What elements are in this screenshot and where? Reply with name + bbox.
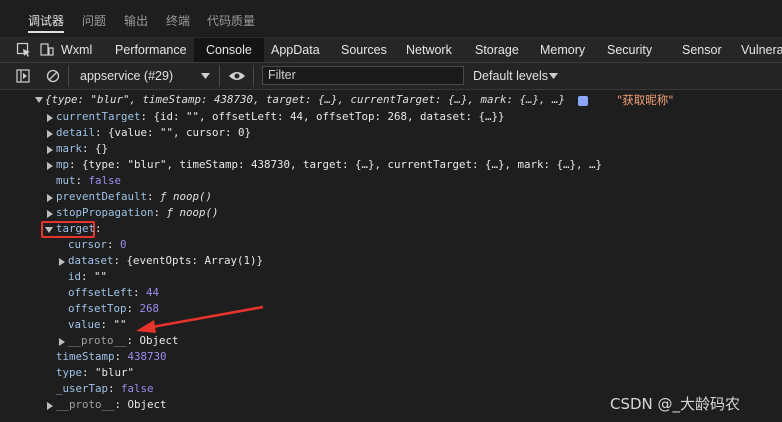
tab-terminal[interactable]: 终端 bbox=[166, 0, 190, 37]
console-output: {type: "blur", timeStamp: 438730, target… bbox=[0, 90, 782, 422]
context-selector[interactable]: appservice (#29) bbox=[80, 63, 173, 89]
tab-console[interactable]: Console bbox=[194, 38, 264, 62]
collapsed-triangle-icon[interactable] bbox=[59, 338, 65, 346]
property-row[interactable]: dataset: {eventOpts: Array(1)} bbox=[68, 253, 263, 269]
tab-security[interactable]: Security bbox=[607, 38, 652, 62]
property-row: type: "blur" bbox=[56, 366, 135, 379]
tab-sensor[interactable]: Sensor bbox=[682, 38, 722, 62]
collapsed-triangle-icon[interactable] bbox=[47, 114, 53, 122]
panel-tab-bar: Wxml Performance Console AppData Sources… bbox=[0, 38, 782, 63]
tab-code-quality[interactable]: 代码质量 bbox=[207, 0, 255, 37]
expanded-triangle-icon[interactable] bbox=[45, 227, 53, 233]
chevron-down-icon[interactable] bbox=[549, 73, 558, 79]
property-row: mut: false bbox=[56, 174, 122, 187]
tab-network[interactable]: Network bbox=[406, 38, 452, 62]
toolbar-divider bbox=[219, 65, 220, 87]
property-row: _userTap: false bbox=[56, 382, 154, 395]
tab-output[interactable]: 输出 bbox=[124, 0, 148, 37]
collapsed-triangle-icon[interactable] bbox=[47, 402, 53, 410]
tab-memory[interactable]: Memory bbox=[540, 38, 585, 62]
clear-console-icon[interactable] bbox=[46, 69, 60, 83]
collapsed-triangle-icon[interactable] bbox=[47, 210, 53, 218]
collapsed-triangle-icon[interactable] bbox=[47, 194, 53, 202]
toolbar-divider bbox=[253, 65, 254, 87]
property-row: id: "" bbox=[68, 270, 108, 283]
devtools-top-tabs: 调试器 问题 输出 终端 代码质量 bbox=[0, 0, 782, 38]
collapsed-triangle-icon[interactable] bbox=[47, 130, 53, 138]
collapsed-triangle-icon[interactable] bbox=[59, 258, 65, 266]
chevron-down-icon[interactable] bbox=[201, 73, 210, 79]
device-toolbar-icon[interactable] bbox=[40, 43, 54, 57]
filter-input[interactable]: Filter bbox=[262, 66, 464, 85]
property-row: cursor: 0 bbox=[68, 238, 127, 251]
sidebar-toggle-icon[interactable] bbox=[16, 69, 30, 83]
tab-vulnerability[interactable]: Vulnera bbox=[741, 38, 782, 62]
expanded-triangle-icon[interactable] bbox=[35, 97, 43, 103]
property-row[interactable]: __proto__: Object bbox=[68, 333, 179, 349]
property-row[interactable]: stopPropagation: ƒ noop() bbox=[56, 205, 219, 221]
annotation-arrow-icon bbox=[136, 305, 264, 333]
tab-storage[interactable]: Storage bbox=[475, 38, 519, 62]
property-row[interactable]: detail: {value: "", cursor: 0} bbox=[56, 125, 251, 141]
property-row: timeStamp: 438730 bbox=[56, 350, 167, 363]
log-levels-dropdown[interactable]: Default levels bbox=[473, 63, 548, 89]
inspect-icon[interactable] bbox=[16, 42, 32, 58]
tab-wxml[interactable]: Wxml bbox=[60, 38, 93, 62]
log-source-string: "获取昵称" bbox=[617, 93, 674, 107]
collapsed-triangle-icon[interactable] bbox=[47, 146, 53, 154]
live-expression-eye-icon[interactable] bbox=[228, 70, 246, 82]
watermark: CSDN @_大龄码农 bbox=[610, 395, 741, 413]
property-row: offsetLeft: 44 bbox=[68, 286, 160, 299]
tab-problems[interactable]: 问题 bbox=[82, 0, 106, 37]
console-toolbar: appservice (#29) Filter Default levels bbox=[0, 63, 782, 90]
toolbar-divider bbox=[68, 65, 69, 87]
tab-appdata[interactable]: AppData bbox=[271, 38, 320, 62]
info-icon[interactable] bbox=[578, 96, 588, 106]
tab-performance[interactable]: Performance bbox=[115, 38, 187, 62]
collapsed-triangle-icon[interactable] bbox=[47, 162, 53, 170]
property-row[interactable]: mark: {} bbox=[56, 141, 108, 157]
property-row[interactable]: currentTarget: {id: "", offsetLeft: 44, … bbox=[56, 109, 505, 125]
property-row-value: value: "" bbox=[68, 318, 127, 331]
property-row[interactable]: preventDefault: ƒ noop() bbox=[56, 189, 212, 205]
property-row[interactable]: mp: {type: "blur", timeStamp: 438730, ta… bbox=[56, 157, 602, 173]
property-row-target[interactable]: target: bbox=[56, 221, 102, 237]
tab-debugger[interactable]: 调试器 bbox=[28, 0, 65, 37]
object-summary[interactable]: {type: "blur", timeStamp: 438730, target… bbox=[45, 92, 565, 108]
tab-sources[interactable]: Sources bbox=[341, 38, 387, 62]
property-row[interactable]: __proto__: Object bbox=[56, 397, 167, 413]
